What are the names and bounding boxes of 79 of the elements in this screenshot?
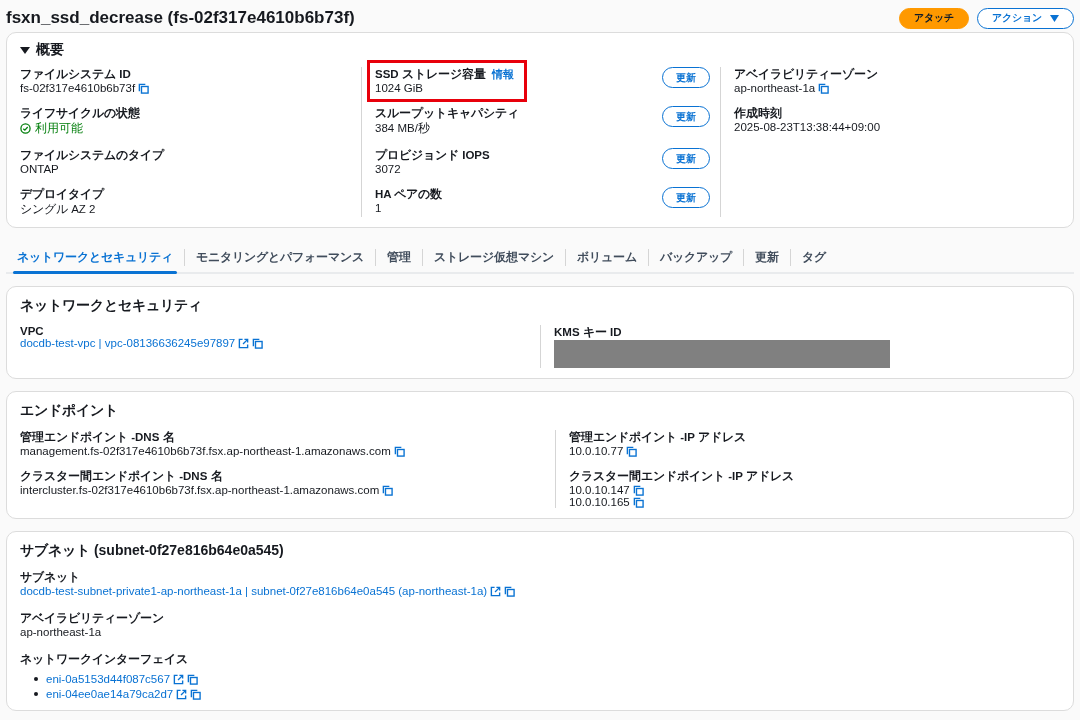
update-button[interactable]: 更新 — [662, 187, 710, 208]
field-label: KMS キー ID — [554, 325, 622, 340]
field-label: ネットワークインターフェイス — [20, 652, 188, 667]
page-title: fsxn_ssd_decrease (fs-02f317e4610b6b73f) — [6, 8, 355, 28]
field-label: SSD ストレージ容量 — [375, 67, 486, 82]
copy-icon[interactable] — [252, 337, 264, 349]
field-label: デプロイタイプ — [20, 187, 104, 202]
field-label: サブネット — [20, 570, 80, 585]
external-link-icon[interactable] — [490, 585, 502, 597]
external-link-icon[interactable] — [173, 673, 185, 685]
field-label: VPC — [20, 325, 44, 337]
field-label: HA ペアの数 — [375, 187, 443, 202]
copy-icon[interactable] — [190, 688, 202, 700]
tab[interactable]: ネットワークとセキュリティ — [6, 242, 184, 272]
field-value: fs-02f317e4610b6b73f — [20, 82, 136, 94]
field-label: 管理エンドポイント -DNS 名 — [20, 430, 175, 445]
field-label: 管理エンドポイント -IP アドレス — [569, 430, 746, 445]
field-value: 1 — [375, 202, 382, 214]
copy-icon[interactable] — [626, 445, 638, 457]
field-value: 10.0.10.147 — [569, 484, 630, 496]
tab[interactable]: ストレージ仮想マシン — [423, 242, 565, 272]
section-title: ネットワークとセキュリティ — [20, 297, 203, 315]
field-value: 2025-08-23T13:38:44+09:00 — [734, 121, 881, 133]
section-title: 概要 — [36, 41, 64, 59]
field-value: ONTAP — [20, 163, 59, 175]
update-button[interactable]: 更新 — [662, 67, 710, 88]
copy-icon[interactable] — [818, 82, 830, 94]
check-circle-icon — [20, 123, 31, 134]
field-label: プロビジョンド IOPS — [375, 148, 490, 163]
copy-icon[interactable] — [632, 496, 644, 508]
external-link-icon[interactable] — [176, 688, 188, 700]
field-label: アベイラビリティーゾーン — [734, 67, 878, 82]
field-value: シングル AZ 2 — [20, 202, 96, 217]
field-value: 3072 — [375, 163, 401, 175]
resource-link[interactable]: docdb-test-vpc | vpc-08136636245e97897 — [20, 337, 236, 349]
field-value: 1024 GiB — [375, 82, 423, 94]
field-label: ファイルシステムのタイプ — [20, 148, 164, 163]
field-value: intercluster.fs-02f317e4610b6b73f.fsx.ap-northeast-1.amazonaws.com — [20, 484, 380, 496]
field-value: 10.0.10.165 — [569, 496, 630, 508]
caret-icon — [1050, 14, 1059, 22]
field-label: クラスター間エンドポイント -IP アドレス — [569, 469, 794, 484]
copy-icon[interactable] — [632, 484, 644, 496]
field-label: アベイラビリティーゾーン — [20, 611, 164, 626]
tab[interactable]: バックアップ — [649, 242, 743, 272]
copy-icon[interactable] — [138, 82, 150, 94]
bullet-icon — [34, 692, 38, 696]
tab[interactable]: タグ — [791, 242, 837, 272]
attach-button[interactable]: アタッチ — [899, 7, 969, 29]
resource-link[interactable]: eni-0a5153d44f087c567 — [46, 673, 171, 685]
field-value: 10.0.10.77 — [569, 445, 624, 457]
bullet-icon — [34, 677, 38, 681]
tab[interactable]: ボリューム — [566, 242, 648, 272]
field-label: ライフサイクルの状態 — [20, 106, 140, 121]
tab[interactable]: 管理 — [376, 242, 422, 272]
field-label: ファイルシステム ID — [20, 67, 131, 82]
section-title: エンドポイント — [20, 402, 119, 420]
tab[interactable]: モニタリングとパフォーマンス — [185, 242, 375, 272]
field-value: ap-northeast-1a — [734, 82, 816, 94]
field-value: 384 MB/秒 — [375, 121, 430, 136]
actions-dropdown[interactable]: アクション — [977, 7, 1074, 29]
resource-link[interactable]: eni-04ee0ae14a79ca2d7 — [46, 688, 174, 700]
field-value: ap-northeast-1a — [20, 626, 102, 638]
update-button[interactable]: 更新 — [662, 106, 710, 127]
copy-icon[interactable] — [504, 585, 516, 597]
field-value: management.fs-02f317e4610b6b73f.fsx.ap-northeast-1.amazonaws.com — [20, 445, 391, 457]
field-label: 作成時刻 — [734, 106, 782, 121]
field-label: スループットキャパシティ — [375, 106, 519, 121]
copy-icon[interactable] — [382, 484, 394, 496]
caret-icon[interactable] — [20, 45, 30, 55]
external-link-icon[interactable] — [238, 337, 250, 349]
resource-link[interactable]: docdb-test-subnet-private1-ap-northeast-1a | subnet-0f27e816b64e0a545 (ap-northeast-1a) — [20, 585, 488, 597]
section-title: サブネット (subnet-0f27e816b64e0a545) — [20, 542, 285, 560]
field-label: クラスター間エンドポイント -DNS 名 — [20, 469, 223, 484]
copy-icon[interactable] — [187, 673, 199, 685]
info-link[interactable]: 情報 — [491, 67, 514, 82]
tab[interactable]: 更新 — [744, 242, 790, 272]
status-label: 利用可能 — [35, 121, 83, 136]
copy-icon[interactable] — [393, 445, 405, 457]
update-button[interactable]: 更新 — [662, 148, 710, 169]
